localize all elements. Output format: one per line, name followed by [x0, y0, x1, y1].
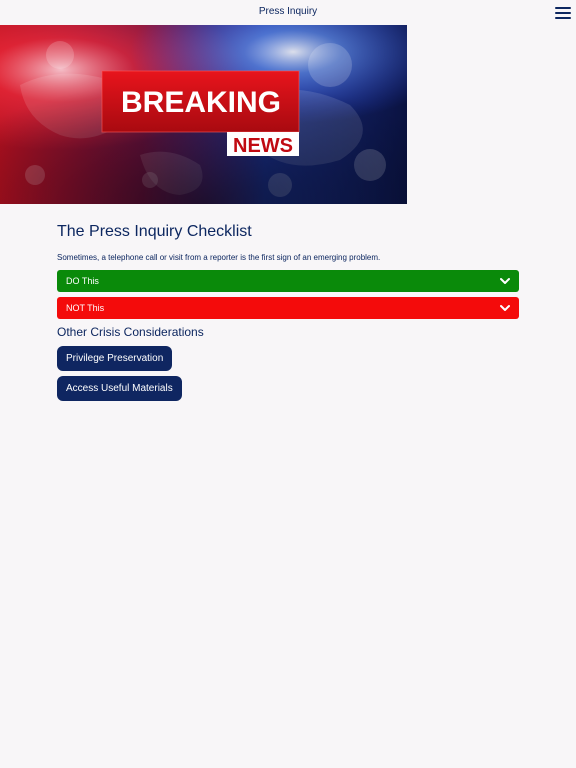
- top-bar: Press Inquiry: [0, 0, 576, 24]
- privilege-preservation-button[interactable]: Privilege Preservation: [57, 346, 173, 371]
- accordion-not-this[interactable]: NOT This: [57, 297, 519, 319]
- main-content: The Press Inquiry Checklist Sometimes, a…: [57, 222, 519, 401]
- news-text: NEWS: [233, 135, 293, 157]
- chevron-down-icon: [500, 305, 510, 311]
- access-useful-materials-button[interactable]: Access Useful Materials: [57, 376, 182, 401]
- hamburger-menu-icon[interactable]: [555, 7, 571, 19]
- accordion-label: DO This: [66, 276, 99, 286]
- chevron-down-icon: [500, 278, 510, 284]
- page-title: Press Inquiry: [258, 6, 318, 17]
- hero-image: BREAKING NEWS: [0, 25, 407, 204]
- breaking-text: BREAKING: [121, 86, 281, 119]
- crisis-considerations-heading: Other Crisis Considerations: [57, 325, 204, 339]
- intro-text: Sometimes, a telephone call or visit fro…: [57, 253, 381, 262]
- checklist-heading: The Press Inquiry Checklist: [57, 223, 252, 240]
- accordion-label: NOT This: [66, 303, 105, 313]
- breaking-news-graphic: BREAKING NEWS: [0, 25, 407, 204]
- accordion-do-this[interactable]: DO This: [57, 270, 519, 292]
